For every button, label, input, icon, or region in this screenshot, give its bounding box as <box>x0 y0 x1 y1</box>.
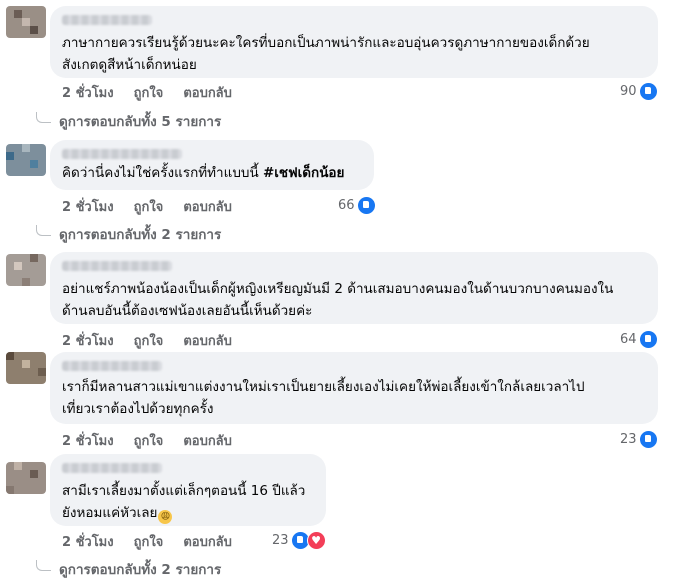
tired-face-emoji-icon: 😩 <box>158 510 173 524</box>
comment-bubble: ภาษากายควรเรียนรู้ด้วยนะคะใครที่บอกเป็นภ… <box>50 6 658 78</box>
timestamp[interactable]: 2 ชั่วโมง <box>62 330 114 351</box>
like-icon <box>638 330 658 349</box>
reply-button[interactable]: ตอบกลับ <box>183 196 232 217</box>
comment-actions: 2 ชั่วโมง ถูกใจ ตอบกลับ <box>62 430 232 451</box>
reaction-number: 23 <box>620 432 637 447</box>
comment-text: อย่าแชร์ภาพน้องน้องเป็นเด็กผู้หญิงเหรียญ… <box>62 278 613 322</box>
reply-arrow-icon <box>36 111 51 123</box>
comment-actions: 2 ชั่วโมง ถูกใจ ตอบกลับ <box>62 330 232 351</box>
view-replies[interactable]: ดูการตอบกลับทั้ง 5 รายการ <box>36 110 221 132</box>
comment-line: คิดว่านี่คงไม่ใช่ครั้งแรกที่ทำแบบนี้ <box>62 165 263 181</box>
like-button[interactable]: ถูกใจ <box>134 430 164 451</box>
comment-text: สามีเราเลี้ยงมาตั้งแต่เล็กๆตอนนี้ 16 ปีแ… <box>62 480 305 524</box>
like-icon <box>356 196 376 215</box>
reaction-count[interactable]: 66 <box>338 196 376 215</box>
reaction-number: 64 <box>620 332 637 347</box>
reaction-count[interactable]: 90 <box>620 82 658 101</box>
view-replies-label: ดูการตอบกลับทั้ง 2 รายการ <box>59 562 222 578</box>
author-name[interactable] <box>62 361 162 371</box>
comment-line: สังเกตดูสีหน้าเด็กหน่อย <box>62 57 197 73</box>
comment-actions: 2 ชั่วโมง ถูกใจ ตอบกลับ <box>62 82 232 103</box>
avatar[interactable] <box>6 6 46 38</box>
avatar[interactable] <box>6 352 46 384</box>
reaction-number: 66 <box>338 198 355 213</box>
reaction-count[interactable]: 23 <box>620 430 658 449</box>
reaction-number: 23 <box>272 533 289 548</box>
author-name[interactable] <box>62 463 162 473</box>
view-replies[interactable]: ดูการตอบกลับทั้ง 2 รายการ <box>36 223 221 245</box>
timestamp[interactable]: 2 ชั่วโมง <box>62 531 114 552</box>
view-replies-label: ดูการตอบกลับทั้ง 2 รายการ <box>59 227 222 243</box>
comment-line: สามีเราเลี้ยงมาตั้งแต่เล็กๆตอนนี้ 16 ปีแ… <box>62 483 306 499</box>
reaction-count[interactable]: 64 <box>620 330 658 349</box>
avatar[interactable] <box>6 144 46 176</box>
comment-bubble: สามีเราเลี้ยงมาตั้งแต่เล็กๆตอนนี้ 16 ปีแ… <box>50 454 326 526</box>
comment-actions: 2 ชั่วโมง ถูกใจ ตอบกลับ <box>62 196 232 217</box>
comment-line: ยังหอมแค่หัวเลย <box>62 505 158 521</box>
author-name[interactable] <box>62 149 182 159</box>
comment-line: ภาษากายควรเรียนรู้ด้วยนะคะใครที่บอกเป็นภ… <box>62 35 590 51</box>
view-replies[interactable]: ดูการตอบกลับทั้ง 2 รายการ <box>36 558 221 580</box>
like-icon <box>638 82 658 101</box>
timestamp[interactable]: 2 ชั่วโมง <box>62 430 114 451</box>
like-button[interactable]: ถูกใจ <box>134 196 164 217</box>
like-button[interactable]: ถูกใจ <box>134 531 164 552</box>
like-icon <box>638 430 658 449</box>
reply-button[interactable]: ตอบกลับ <box>183 430 232 451</box>
comment-line: เที่ยวเราต้องไปด้วยทุกครั้ง <box>62 401 214 417</box>
author-name[interactable] <box>62 261 172 271</box>
reply-button[interactable]: ตอบกลับ <box>183 330 232 351</box>
reply-button[interactable]: ตอบกลับ <box>183 531 232 552</box>
comment-line: อย่าแชร์ภาพน้องน้องเป็นเด็กผู้หญิงเหรียญ… <box>62 281 614 297</box>
reaction-count[interactable]: 23 <box>272 531 326 550</box>
hashtag-link[interactable]: #เชฟเด็กน้อย <box>263 165 344 181</box>
timestamp[interactable]: 2 ชั่วโมง <box>62 196 114 217</box>
timestamp[interactable]: 2 ชั่วโมง <box>62 82 114 103</box>
reply-arrow-icon <box>36 559 51 571</box>
comment-bubble: อย่าแชร์ภาพน้องน้องเป็นเด็กผู้หญิงเหรียญ… <box>50 252 658 324</box>
avatar[interactable] <box>6 462 46 494</box>
author-name[interactable] <box>62 15 152 25</box>
reply-arrow-icon <box>36 224 51 236</box>
view-replies-label: ดูการตอบกลับทั้ง 5 รายการ <box>59 114 222 130</box>
comment-text: เราก็มีหลานสาวแม่เขาแต่งงานใหม่เราเป็นยา… <box>62 376 585 420</box>
avatar[interactable] <box>6 254 46 286</box>
comment-text: ภาษากายควรเรียนรู้ด้วยนะคะใครที่บอกเป็นภ… <box>62 32 590 76</box>
reply-button[interactable]: ตอบกลับ <box>183 82 232 103</box>
comment-bubble: เราก็มีหลานสาวแม่เขาแต่งงานใหม่เราเป็นยา… <box>50 352 658 424</box>
like-button[interactable]: ถูกใจ <box>134 330 164 351</box>
comment-bubble: คิดว่านี่คงไม่ใช่ครั้งแรกที่ทำแบบนี้ #เช… <box>50 140 374 190</box>
like-button[interactable]: ถูกใจ <box>134 82 164 103</box>
heart-icon <box>306 531 326 550</box>
reaction-number: 90 <box>620 84 637 99</box>
comment-actions: 2 ชั่วโมง ถูกใจ ตอบกลับ <box>62 531 232 552</box>
comment-line: ด้านลบอันนี้ต้องเซฟน้องเลยอันนี้เห็นด้วย… <box>62 303 313 319</box>
comment-line: เราก็มีหลานสาวแม่เขาแต่งงานใหม่เราเป็นยา… <box>62 379 585 395</box>
comment-text: คิดว่านี่คงไม่ใช่ครั้งแรกที่ทำแบบนี้ #เช… <box>62 162 344 184</box>
